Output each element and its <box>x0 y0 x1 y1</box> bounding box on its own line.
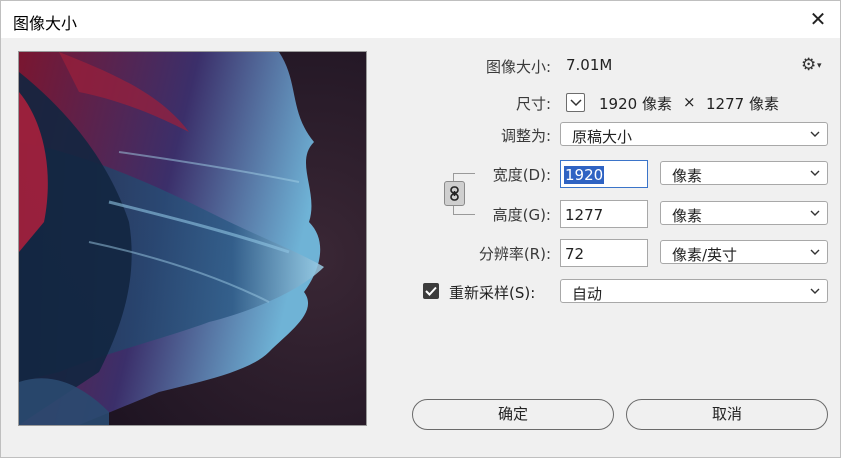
chevron-down-icon <box>570 99 582 107</box>
resample-method-select[interactable]: 自动 <box>560 279 828 303</box>
chain-link-icon <box>450 186 459 201</box>
chevron-down-icon <box>810 249 820 255</box>
dimensions-width-value: 1920 像素 <box>599 95 672 113</box>
resolution-value: 72 <box>565 245 585 263</box>
title-bar: 图像大小 ✕ <box>1 1 840 38</box>
cancel-button[interactable]: 取消 <box>626 399 828 430</box>
resolution-unit-value: 像素/英寸 <box>672 246 738 264</box>
settings-gear-button[interactable]: ⚙ ▾ <box>801 55 827 75</box>
image-size-value: 7.01M <box>566 56 613 74</box>
resolution-label: 分辨率(R): <box>478 245 551 263</box>
image-preview[interactable] <box>18 51 367 426</box>
height-input[interactable]: 1277 <box>560 200 648 228</box>
width-label: 宽度(D): <box>492 166 551 184</box>
width-unit-value: 像素 <box>672 167 703 185</box>
dimensions-unit-dropdown[interactable] <box>566 93 585 112</box>
width-input[interactable]: 1920 <box>560 160 648 188</box>
height-unit-select[interactable]: 像素 <box>660 201 828 225</box>
dimensions-height-value: 1277 像素 <box>706 95 779 113</box>
resolution-unit-select[interactable]: 像素/英寸 <box>660 240 828 264</box>
width-unit-select[interactable]: 像素 <box>660 161 828 185</box>
fit-to-select[interactable]: 原稿大小 <box>560 122 828 146</box>
betta-fish-image <box>19 52 366 425</box>
resample-label: 重新采样(S): <box>449 284 536 302</box>
image-size-dialog: 图像大小 ✕ 图像大小: 7.01M ⚙ ▾ 尺寸: 1920 像素 × 127… <box>0 0 841 458</box>
image-size-label: 图像大小: <box>485 58 551 76</box>
dialog-title: 图像大小 <box>13 14 78 33</box>
chevron-down-icon <box>810 131 820 137</box>
height-value: 1277 <box>565 206 604 224</box>
gear-icon: ⚙ <box>801 55 817 75</box>
resample-checkbox[interactable] <box>423 283 439 299</box>
fit-to-value: 原稿大小 <box>572 128 633 146</box>
width-value: 1920 <box>564 166 605 184</box>
height-label: 高度(G): <box>492 206 551 224</box>
dimensions-separator: × <box>683 93 696 111</box>
resolution-input[interactable]: 72 <box>560 239 648 267</box>
dimensions-label: 尺寸: <box>515 95 551 113</box>
chevron-down-icon <box>810 170 820 176</box>
chevron-down-icon <box>810 210 820 216</box>
close-icon[interactable]: ✕ <box>804 5 832 33</box>
height-unit-value: 像素 <box>672 207 703 225</box>
ok-button[interactable]: 确定 <box>412 399 614 430</box>
resample-method-value: 自动 <box>572 285 603 303</box>
checkmark-icon <box>425 286 437 296</box>
chevron-down-icon <box>810 288 820 294</box>
fit-to-label: 调整为: <box>500 127 551 145</box>
chevron-down-icon: ▾ <box>817 61 822 71</box>
